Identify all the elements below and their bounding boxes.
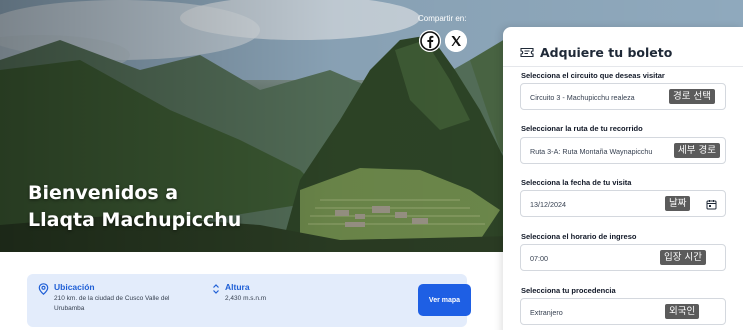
ticket-icon bbox=[520, 47, 534, 58]
hero-title-line2: Llaqta Machupicchu bbox=[28, 209, 242, 231]
location-pin-icon bbox=[38, 283, 49, 295]
divider bbox=[503, 66, 743, 67]
calendar-icon[interactable] bbox=[706, 199, 717, 210]
altitude-text: 2,430 m.s.n.m bbox=[225, 295, 267, 302]
route-tag: 세부 경로 bbox=[674, 143, 720, 158]
circuit-value: Circuito 3 - Machupicchu realeza bbox=[530, 93, 635, 102]
date-input[interactable]: 13/12/2024 날짜 bbox=[520, 190, 726, 217]
share-icons bbox=[419, 30, 467, 52]
location-text: 210 km. de la ciudad de Cusco Valle del … bbox=[54, 295, 170, 312]
origin-label: Selecciona tu procedencia bbox=[521, 286, 616, 295]
x-icon[interactable] bbox=[445, 30, 467, 52]
route-value: Ruta 3-A: Ruta Montaña Waynapicchu bbox=[530, 147, 653, 156]
route-label: Seleccionar la ruta de tu recorrido bbox=[521, 124, 643, 133]
hero-title-line1: Bienvenidos a bbox=[28, 182, 179, 204]
date-tag: 날짜 bbox=[665, 196, 691, 211]
origin-tag: 외국인 bbox=[665, 304, 700, 319]
altitude-block: Altura 2,430 m.s.n.m bbox=[213, 282, 345, 304]
view-map-button[interactable]: Ver mapa bbox=[418, 284, 471, 316]
time-label: Selecciona el horario de ingreso bbox=[521, 232, 637, 241]
route-select[interactable]: Ruta 3-A: Ruta Montaña Waynapicchu 세부 경로 bbox=[520, 137, 726, 164]
date-label: Selecciona la fecha de tu visita bbox=[521, 178, 632, 187]
hero-title: Bienvenidos a Llaqta Machupicchu bbox=[28, 180, 241, 234]
origin-value: Extranjero bbox=[530, 308, 563, 317]
time-value: 07:00 bbox=[530, 254, 548, 263]
circuit-select[interactable]: Circuito 3 - Machupicchu realeza 경로 선택 bbox=[520, 83, 726, 110]
location-label: Ubicación bbox=[54, 282, 95, 292]
booking-header: Adquiere tu boleto bbox=[520, 45, 672, 60]
circuit-label: Selecciona el circuito que deseas visita… bbox=[521, 71, 665, 80]
share-label: Compartir en: bbox=[418, 14, 467, 23]
circuit-tag: 경로 선택 bbox=[669, 89, 715, 104]
time-select[interactable]: 07:00 입장 시간 bbox=[520, 244, 726, 271]
info-card: Ubicación 210 km. de la ciudad de Cusco … bbox=[27, 274, 471, 327]
altitude-arrows-icon bbox=[213, 284, 219, 294]
booking-panel: Adquiere tu boleto Selecciona el circuit… bbox=[503, 27, 743, 330]
booking-title: Adquiere tu boleto bbox=[540, 45, 673, 60]
date-value: 13/12/2024 bbox=[530, 200, 566, 209]
facebook-icon[interactable] bbox=[419, 30, 441, 52]
origin-select[interactable]: Extranjero 외국인 bbox=[520, 298, 726, 325]
altitude-label: Altura bbox=[225, 282, 250, 292]
time-tag: 입장 시간 bbox=[660, 250, 706, 265]
location-block: Ubicación 210 km. de la ciudad de Cusco … bbox=[38, 282, 194, 313]
